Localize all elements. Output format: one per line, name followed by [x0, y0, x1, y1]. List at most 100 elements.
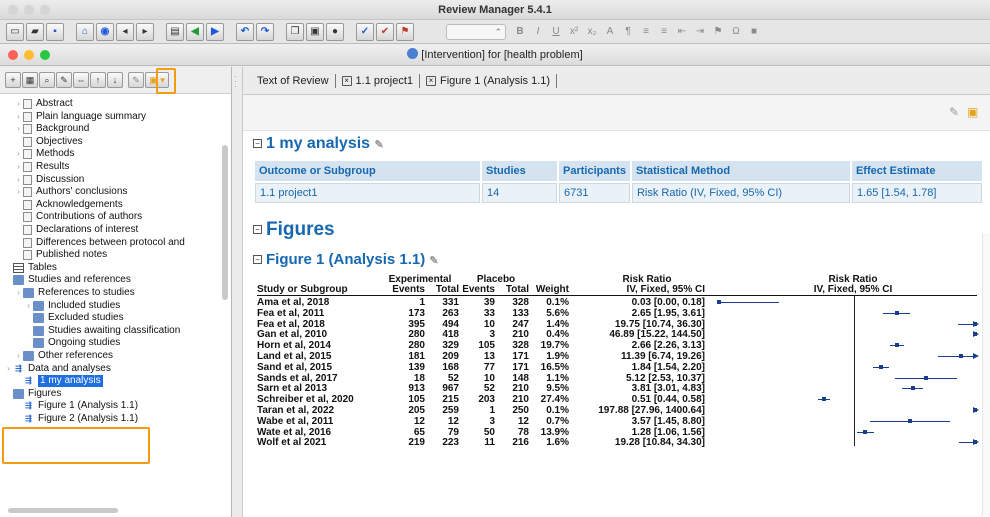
tree-item[interactable]: Differences between protocol and [14, 237, 185, 249]
edit-pencil-icon[interactable]: ✎ [949, 105, 959, 119]
font-style-select[interactable]: ⌃ [446, 23, 506, 40]
tree-item[interactable]: › Authors' conclusions [14, 186, 127, 198]
tree-item[interactable]: Figures [4, 388, 61, 400]
tree-item[interactable]: › Results [14, 161, 69, 173]
chevron-right-icon[interactable]: › [14, 98, 23, 110]
format-button-3[interactable]: x² [566, 24, 582, 40]
chevron-right-icon[interactable]: › [4, 363, 13, 375]
format-button-2[interactable]: U [548, 24, 564, 40]
move-up-button[interactable]: ↑ [90, 72, 106, 88]
tree-item[interactable]: ⇶ Figure 2 (Analysis 1.1) [14, 413, 138, 425]
properties-button[interactable]: ◉ [96, 22, 114, 41]
format-button-13[interactable]: ■ [746, 24, 762, 40]
copy-button[interactable]: ❐ [286, 22, 304, 41]
home-button[interactable]: ⌂ [76, 22, 94, 41]
collapse-box-icon[interactable]: − [253, 255, 262, 264]
move-down-button[interactable]: ↓ [107, 72, 123, 88]
close-tab-icon[interactable]: × [426, 75, 437, 86]
tree-item[interactable]: Objectives [14, 136, 83, 148]
chevron-right-icon[interactable]: › [14, 161, 23, 173]
chevron-right-icon[interactable]: › [14, 148, 23, 160]
back-button[interactable]: ◂ [116, 22, 134, 41]
prev-arrow-button[interactable]: ◀ [186, 22, 204, 41]
format-button-5[interactable]: A [602, 24, 618, 40]
print-button[interactable]: ▤ [166, 22, 184, 41]
close-tab-icon[interactable]: × [341, 75, 352, 86]
tab-2[interactable]: × Figure 1 (Analysis 1.1) [426, 75, 550, 87]
format-button-1[interactable]: I [530, 24, 546, 40]
undo-button[interactable]: ↶ [236, 22, 254, 41]
tree-item[interactable]: › References to studies [14, 287, 135, 299]
chevron-right-icon[interactable]: › [14, 111, 23, 123]
format-button-0[interactable]: B [512, 24, 528, 40]
open-folder-button[interactable]: ▰ [26, 22, 44, 41]
tree-item[interactable]: › Plain language summary [14, 111, 146, 123]
chevron-right-icon[interactable]: › [14, 186, 23, 198]
delete-button[interactable]: ● [326, 22, 344, 41]
tree-item[interactable]: › Included studies [24, 300, 120, 312]
tree-item[interactable]: › Methods [14, 148, 74, 160]
close-window-button[interactable] [8, 5, 18, 15]
pencil-button[interactable]: ✎ [128, 72, 144, 88]
outline-vertical-scrollbar[interactable] [222, 145, 228, 300]
collapse-box-icon[interactable]: − [253, 225, 262, 234]
tab-1[interactable]: × 1.1 project1 [341, 75, 413, 87]
tree-item[interactable]: Studies awaiting classification [24, 325, 180, 337]
edit-pencil-icon[interactable]: ✎ [375, 139, 384, 151]
tree-item[interactable]: Acknowledgements [14, 199, 123, 211]
format-button-11[interactable]: ⚑ [710, 24, 726, 40]
note-icon[interactable]: ▣ [967, 105, 978, 119]
edit-doc-button[interactable]: ✎ [56, 72, 72, 88]
check-button[interactable]: ✔ [376, 22, 394, 41]
spellcheck-button[interactable]: ✓ [356, 22, 374, 41]
tree-item[interactable]: Contributions of authors [14, 211, 142, 223]
format-button-9[interactable]: ⇤ [674, 24, 690, 40]
chevron-right-icon[interactable]: › [14, 287, 23, 299]
tree-item[interactable]: Tables [4, 262, 57, 274]
tree-item[interactable]: › ⇶ Data and analyses [4, 363, 111, 375]
tree-item[interactable]: › Background [14, 123, 89, 135]
format-button-4[interactable]: x₂ [584, 24, 600, 40]
format-button-12[interactable]: Ω [728, 24, 744, 40]
tree-item[interactable]: › Other references [14, 350, 113, 362]
format-button-7[interactable]: ≡ [638, 24, 654, 40]
chevron-right-icon[interactable]: › [14, 174, 23, 186]
chevron-right-icon[interactable]: › [14, 123, 23, 135]
tab-0[interactable]: Text of Review [257, 75, 329, 87]
tree-item[interactable]: Studies and references [4, 274, 131, 286]
link-button[interactable]: ⇔ [73, 72, 89, 88]
close-document-button[interactable] [8, 50, 18, 60]
search-doc-button[interactable]: ⌕ [39, 72, 55, 88]
forward-button[interactable]: ▸ [136, 22, 154, 41]
new-doc-button[interactable]: ▭ [6, 22, 24, 41]
tree-item[interactable]: › Discussion [14, 174, 84, 186]
format-button-6[interactable]: ¶ [620, 24, 636, 40]
edit-pencil-icon[interactable]: ✎ [429, 255, 438, 267]
tree-item[interactable]: ⇶ Figure 1 (Analysis 1.1) [14, 400, 138, 412]
tree-item[interactable]: Published notes [14, 249, 107, 261]
paste-button[interactable]: ▣ [306, 22, 324, 41]
zoom-document-button[interactable] [40, 50, 50, 60]
save-button[interactable]: ▪ [46, 22, 64, 41]
format-button-10[interactable]: ⇥ [692, 24, 708, 40]
zoom-window-button[interactable] [40, 5, 50, 15]
tree-item[interactable]: ⇶ 1 my analysis [14, 375, 103, 388]
tree-item[interactable]: Declarations of interest [14, 224, 138, 236]
minimize-window-button[interactable] [24, 5, 34, 15]
bookmark-button[interactable]: ⚑ [396, 22, 414, 41]
outline-horizontal-scrollbar[interactable] [8, 508, 118, 513]
tree-item[interactable]: Excluded studies [24, 312, 124, 324]
tree-item[interactable]: Ongoing studies [24, 337, 120, 349]
minimize-document-button[interactable] [24, 50, 34, 60]
splitter-handle[interactable]: · · · [234, 73, 237, 91]
table-row[interactable]: 1.1 project1 14 6731 Risk Ratio (IV, Fix… [255, 183, 982, 203]
collapse-box-icon[interactable]: − [253, 139, 262, 148]
tree-item[interactable]: › Abstract [14, 98, 73, 110]
format-button-8[interactable]: ≡ [656, 24, 672, 40]
table-button[interactable]: ▦ [22, 72, 38, 88]
redo-button[interactable]: ↷ [256, 22, 274, 41]
next-arrow-button[interactable]: ▶ [206, 22, 224, 41]
chevron-right-icon[interactable]: › [14, 350, 23, 362]
add-button[interactable]: + [5, 72, 21, 88]
chevron-right-icon[interactable]: › [24, 300, 33, 312]
